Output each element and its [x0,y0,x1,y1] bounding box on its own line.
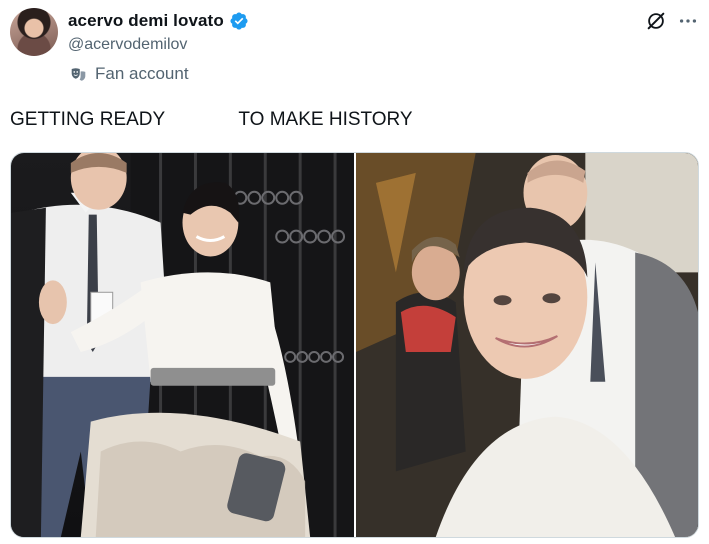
author-avatar[interactable] [10,8,58,56]
media-grid [10,152,699,538]
photo-make-history-image [356,153,698,537]
more-options-icon[interactable] [677,10,699,32]
photo-getting-ready[interactable] [11,153,354,537]
photo-make-history[interactable] [356,153,698,537]
verified-badge-icon [230,12,248,30]
author-handle[interactable]: @acervodemilov [68,36,187,54]
photo-getting-ready-image [11,153,354,537]
author-display-name[interactable]: acervo demi lovato [68,11,224,31]
grok-icon[interactable] [645,10,667,32]
account-label: Fan account [70,64,189,84]
tweet-text: GETTING READY TO MAKE HISTORY [10,109,413,130]
theater-masks-icon [71,67,86,81]
account-label-text: Fan account [95,64,189,83]
author-name-row: acervo demi lovato [68,11,249,31]
